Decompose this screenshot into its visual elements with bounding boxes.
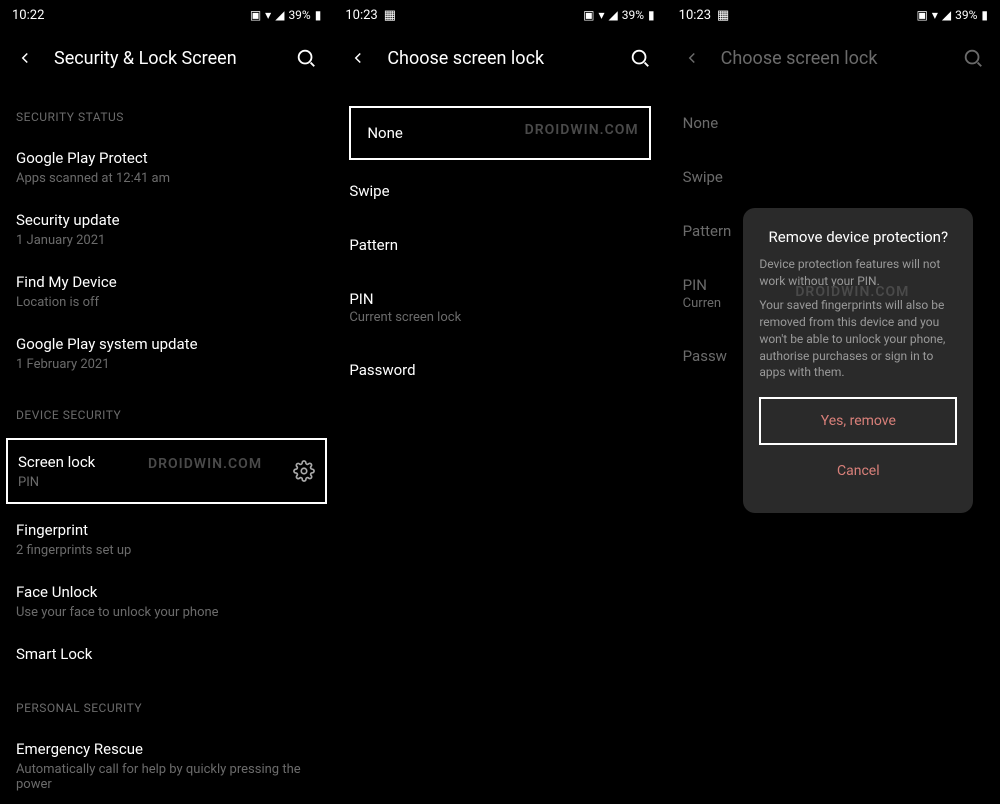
option-title: Password	[349, 361, 650, 379]
highlight-screen-lock: Screen lock PIN DROIDWIN.COM	[6, 438, 327, 504]
dialog-text-1: Device protection features will not work…	[759, 256, 957, 290]
signal-icon: ◢	[609, 8, 618, 22]
screenshot-icon: ▦	[717, 8, 729, 23]
option-pin[interactable]: PIN Current screen lock	[333, 272, 666, 343]
setting-title: Fingerprint	[16, 520, 317, 541]
page-title: Security & Lock Screen	[54, 48, 275, 69]
item-fingerprint[interactable]: Fingerprint 2 fingerprints set up	[16, 508, 317, 570]
setting-subtitle: Location is off	[16, 295, 317, 310]
setting-title: Google Play Protect	[16, 148, 317, 169]
status-time: 10:22	[12, 8, 44, 23]
status-bar: 10:23 ▦ ▣ ▾ ◢ 39% ▮	[667, 0, 1000, 30]
page-title: Choose screen lock	[387, 48, 608, 69]
header: Security & Lock Screen	[0, 30, 333, 86]
option-swipe[interactable]: Swipe	[333, 164, 666, 218]
setting-title: Security update	[16, 210, 317, 231]
page-title: Choose screen lock	[721, 48, 942, 69]
header: Choose screen lock	[667, 30, 1000, 86]
option-none[interactable]: None	[667, 86, 1000, 150]
search-icon[interactable]	[962, 47, 984, 69]
setting-title: Smart Lock	[16, 644, 317, 665]
dialog-text-2: Your saved fingerprints will also be rem…	[759, 297, 957, 381]
item-face-unlock[interactable]: Face Unlock Use your face to unlock your…	[16, 570, 317, 632]
item-play-system-update[interactable]: Google Play system update 1 February 202…	[16, 322, 317, 384]
battery-percent: 39%	[955, 8, 977, 22]
option-title: Swipe	[683, 168, 984, 186]
wifi-icon: ▾	[265, 8, 271, 22]
setting-subtitle: 1 January 2021	[16, 233, 317, 248]
battery-icon: ▮	[981, 8, 988, 22]
highlight-none: None DROIDWIN.COM	[349, 106, 650, 160]
setting-subtitle: Apps scanned at 12:41 am	[16, 171, 317, 186]
signal-icon: ◢	[942, 8, 951, 22]
status-time: 10:23	[345, 8, 377, 23]
back-icon[interactable]	[683, 49, 701, 67]
battery-percent: 39%	[288, 8, 310, 22]
search-icon[interactable]	[295, 47, 317, 69]
section-security-status: SECURITY STATUS	[16, 86, 317, 136]
wifi-icon: ▾	[599, 8, 605, 22]
dialog-remove-protection: Remove device protection? Device protect…	[743, 208, 973, 514]
battery-percent: 39%	[622, 8, 644, 22]
section-personal-security: PERSONAL SECURITY	[16, 677, 317, 727]
item-smart-lock[interactable]: Smart Lock	[16, 632, 317, 677]
setting-subtitle: 1 February 2021	[16, 357, 317, 372]
back-icon[interactable]	[349, 49, 367, 67]
back-icon[interactable]	[16, 49, 34, 67]
option-swipe[interactable]: Swipe	[667, 150, 1000, 204]
option-title: Swipe	[349, 182, 650, 200]
screen-security-lock: 10:22 ▣ ▾ ◢ 39% ▮ Security & Lock Screen…	[0, 0, 333, 741]
option-password[interactable]: Password	[333, 343, 666, 397]
setting-title: Screen lock	[18, 452, 293, 473]
item-play-protect[interactable]: Google Play Protect Apps scanned at 12:4…	[16, 136, 317, 198]
option-title: None	[683, 114, 984, 132]
setting-subtitle: Automatically call for help by quickly p…	[16, 762, 317, 792]
volte-icon: ▣	[583, 8, 594, 22]
dialog-title: Remove device protection?	[759, 228, 957, 246]
setting-subtitle: PIN	[18, 475, 293, 490]
header: Choose screen lock	[333, 30, 666, 86]
item-screen-lock[interactable]: Screen lock PIN DROIDWIN.COM	[18, 452, 315, 490]
wifi-icon: ▾	[932, 8, 938, 22]
volte-icon: ▣	[916, 8, 927, 22]
search-icon[interactable]	[629, 47, 651, 69]
item-emergency-rescue[interactable]: Emergency Rescue Automatically call for …	[16, 727, 317, 804]
dialog-body: Device protection features will not work…	[759, 256, 957, 382]
screen-choose-lock-dialog: 10:23 ▦ ▣ ▾ ◢ 39% ▮ Choose screen lock N…	[667, 0, 1000, 741]
setting-title: Face Unlock	[16, 582, 317, 603]
option-subtitle: Current screen lock	[349, 310, 650, 325]
signal-icon: ◢	[275, 8, 284, 22]
cancel-button[interactable]: Cancel	[759, 449, 957, 493]
setting-title: Emergency Rescue	[16, 739, 317, 760]
section-device-security: DEVICE SECURITY	[16, 384, 317, 434]
setting-subtitle: Use your face to unlock your phone	[16, 605, 317, 620]
option-pattern[interactable]: Pattern	[333, 218, 666, 272]
option-title: PIN	[349, 290, 650, 308]
screen-choose-lock: 10:23 ▦ ▣ ▾ ◢ 39% ▮ Choose screen lock N…	[333, 0, 666, 741]
setting-title: Find My Device	[16, 272, 317, 293]
gear-icon[interactable]	[293, 460, 315, 482]
setting-title: Google Play system update	[16, 334, 317, 355]
screenshot-icon: ▦	[384, 8, 396, 23]
status-time: 10:23	[679, 8, 711, 23]
battery-icon: ▮	[315, 8, 322, 22]
option-none[interactable]: None	[367, 124, 632, 142]
status-bar: 10:22 ▣ ▾ ◢ 39% ▮	[0, 0, 333, 30]
setting-subtitle: 2 fingerprints set up	[16, 543, 317, 558]
volte-icon: ▣	[250, 8, 261, 22]
status-bar: 10:23 ▦ ▣ ▾ ◢ 39% ▮	[333, 0, 666, 30]
item-security-update[interactable]: Security update 1 January 2021	[16, 198, 317, 260]
battery-icon: ▮	[648, 8, 655, 22]
item-find-my-device[interactable]: Find My Device Location is off	[16, 260, 317, 322]
option-title: Pattern	[349, 236, 650, 254]
yes-remove-button[interactable]: Yes, remove	[759, 397, 957, 445]
